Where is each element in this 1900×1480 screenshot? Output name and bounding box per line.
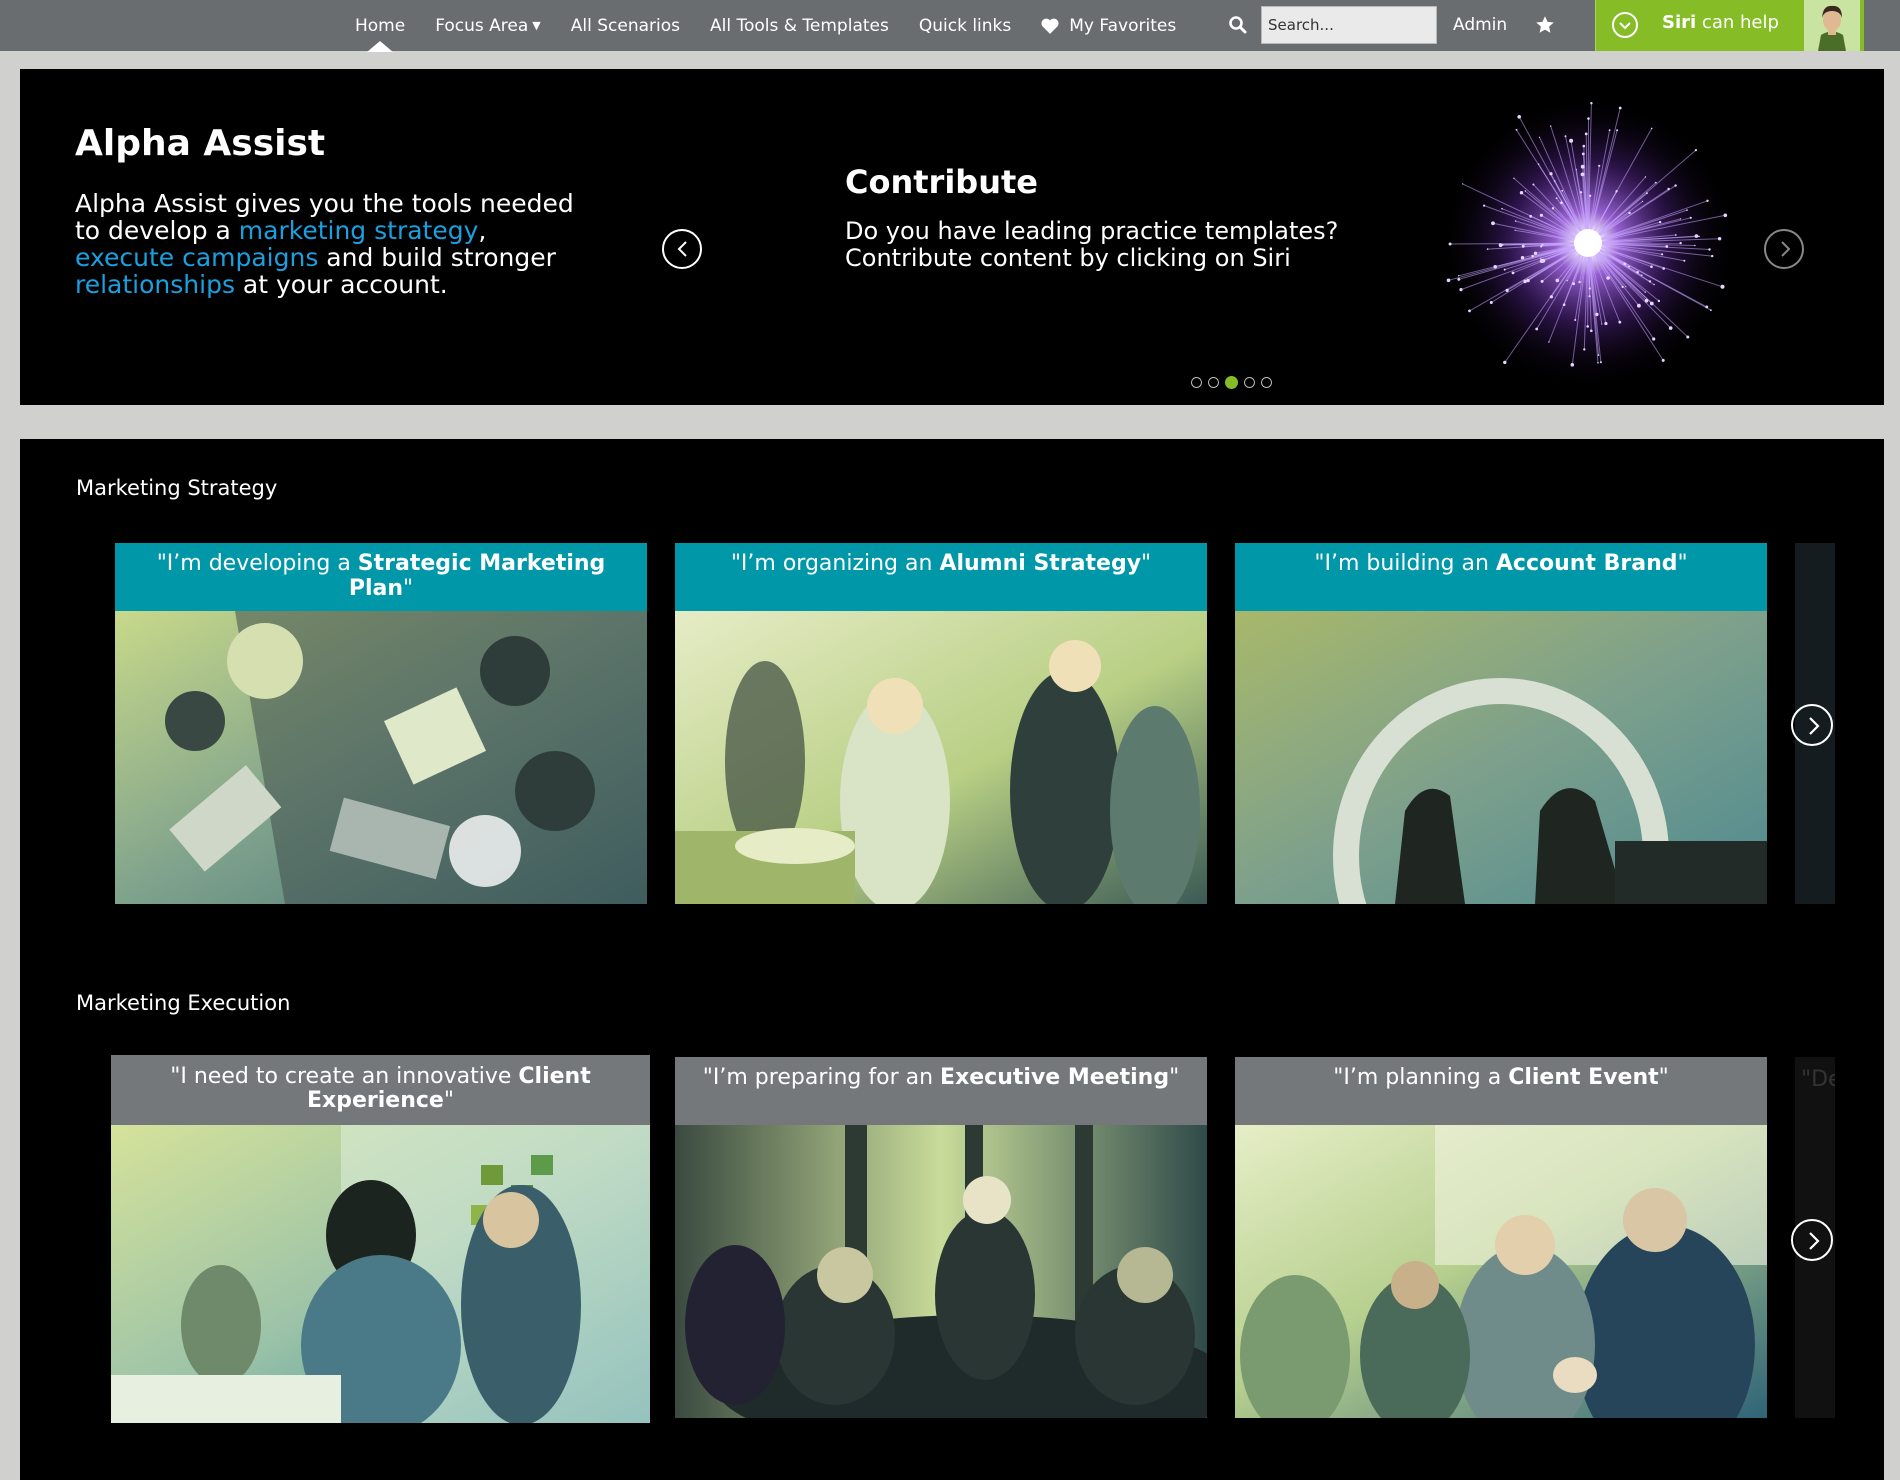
nav-home-label: Home — [355, 15, 406, 36]
card-heading-pre: "I’m organizing an — [730, 551, 940, 576]
team-meeting-table-image — [115, 611, 647, 904]
execute-campaigns-link[interactable]: execute campaigns — [75, 243, 318, 272]
card-client-experience[interactable]: "I need to create an innovative Client E… — [111, 1055, 650, 1423]
siri-name: Siri — [1662, 12, 1697, 33]
boardroom-meeting-image — [675, 1125, 1207, 1418]
carousel-next-button[interactable] — [1764, 229, 1804, 269]
nav-all-scenarios[interactable]: All Scenarios — [571, 16, 680, 36]
card-heading-post: " — [1677, 551, 1688, 576]
card-heading-post: " — [403, 576, 414, 601]
top-nav: Home Focus Area ▼ All Scenarios All Tools… — [0, 0, 1900, 52]
chevron-left-icon — [677, 241, 687, 257]
applauding-audience-image — [1235, 1125, 1767, 1418]
content-panel: Marketing Strategy "I’m developing a Str… — [20, 439, 1884, 1480]
nav-my-favorites-label: My Favorites — [1069, 15, 1177, 36]
nav-all-tools-templates[interactable]: All Tools & Templates — [710, 16, 889, 36]
row-next-button[interactable] — [1791, 1219, 1833, 1261]
hero-body-end: at your account. — [234, 270, 448, 299]
card-heading-pre: "I’m developing a — [156, 551, 358, 576]
hero-title: Alpha Assist — [75, 123, 326, 164]
slide-body: Do you have leading practice templates? … — [845, 217, 1339, 272]
row-next-button[interactable] — [1791, 704, 1833, 746]
card-heading-pre: "I’m planning a — [1333, 1065, 1509, 1090]
hero-banner: Alpha Assist Alpha Assist gives you the … — [20, 69, 1884, 405]
nav-my-favorites[interactable]: My Favorites — [1041, 16, 1176, 36]
admin-link[interactable]: Admin — [1453, 15, 1507, 35]
search-icon[interactable] — [1228, 15, 1248, 35]
card-heading-bold: Alumni Strategy — [939, 551, 1142, 576]
nav-all-scenarios-label: All Scenarios — [570, 15, 680, 36]
fiber-optic-burst-image — [1440, 95, 1736, 391]
card-heading: "I’m planning a Client Event" — [1235, 1057, 1767, 1125]
card-heading-post: " — [1658, 1065, 1669, 1090]
card-heading-pre: "I’m building an — [1314, 551, 1496, 576]
card-heading-post: " — [1169, 1065, 1180, 1090]
card-heading-bold: Executive Meeting — [940, 1065, 1170, 1090]
chevron-down-circle-icon — [1612, 12, 1638, 38]
card-heading: "I’m building an Account Brand" — [1235, 543, 1767, 611]
card-heading-bold: Account Brand — [1495, 551, 1678, 576]
carousel-dot-1[interactable] — [1191, 377, 1202, 388]
nav-focus-area-label: Focus Area — [435, 15, 529, 36]
section-title-marketing-execution: Marketing Execution — [76, 991, 291, 1015]
card-heading-post: " — [1141, 551, 1152, 576]
hero-description: Alpha Assist gives you the tools needed … — [75, 190, 595, 298]
nav-all-tools-label: All Tools & Templates — [710, 15, 889, 36]
carousel-dots — [1191, 376, 1278, 389]
card-heading-pre: "I’m preparing for an — [702, 1065, 941, 1090]
carousel-dot-3[interactable] — [1225, 376, 1238, 389]
nav-focus-area[interactable]: Focus Area ▼ — [435, 16, 541, 36]
siri-help-button[interactable]: Siri can help — [1595, 0, 1864, 51]
caret-down-icon: ▼ — [532, 19, 541, 32]
slide-title: Contribute — [845, 163, 1038, 201]
whiteboard-brainstorm-image — [111, 1125, 650, 1423]
next-card-peek-text: "De — [1801, 1067, 1835, 1092]
chevron-right-icon — [1809, 1232, 1820, 1250]
nav-menu: Home Focus Area ▼ All Scenarios All Tools… — [355, 0, 1206, 52]
search-input[interactable] — [1261, 6, 1437, 44]
siri-suffix: can help — [1701, 12, 1779, 33]
siri-help-text: Siri can help — [1662, 12, 1779, 33]
card-client-event[interactable]: "I’m planning a Client Event" — [1235, 1057, 1767, 1418]
relationships-link[interactable]: relationships — [75, 270, 235, 299]
networking-event-image — [675, 611, 1207, 904]
card-heading-post: " — [443, 1088, 454, 1113]
hero-body-sep: , — [478, 216, 487, 245]
carousel-dot-2[interactable] — [1208, 377, 1219, 388]
card-heading: "I’m organizing an Alumni Strategy" — [675, 543, 1207, 611]
heart-icon — [1041, 18, 1059, 34]
card-heading-pre: "I need to create an innovative — [170, 1064, 519, 1089]
carousel-dot-5[interactable] — [1261, 377, 1272, 388]
nav-quick-links-label: Quick links — [918, 15, 1012, 36]
chevron-right-icon — [1781, 241, 1791, 257]
section-title-marketing-strategy: Marketing Strategy — [76, 476, 278, 500]
nav-home[interactable]: Home — [355, 15, 406, 52]
card-account-brand[interactable]: "I’m building an Account Brand" — [1235, 543, 1767, 904]
marketing-strategy-link[interactable]: marketing strategy — [239, 216, 479, 245]
card-heading: "I’m preparing for an Executive Meeting" — [675, 1057, 1207, 1125]
siri-avatar-icon — [1804, 0, 1860, 51]
card-heading-bold: Client Event — [1508, 1065, 1659, 1090]
card-heading-bold: Strategic Marketing Plan — [348, 551, 606, 601]
hero-body-mid: and build stronger — [318, 243, 556, 272]
shoes-in-circle-image — [1235, 611, 1767, 904]
card-executive-meeting[interactable]: "I’m preparing for an Executive Meeting" — [675, 1057, 1207, 1418]
nav-quick-links[interactable]: Quick links — [919, 16, 1011, 36]
card-alumni-strategy[interactable]: "I’m organizing an Alumni Strategy" — [675, 543, 1207, 904]
chevron-right-icon — [1809, 717, 1820, 735]
card-heading: "I’m developing a Strategic Marketing Pl… — [115, 543, 647, 611]
carousel-dot-4[interactable] — [1244, 377, 1255, 388]
card-heading: "I need to create an innovative Client E… — [111, 1055, 650, 1125]
card-strategic-marketing-plan[interactable]: "I’m developing a Strategic Marketing Pl… — [115, 543, 647, 904]
carousel-prev-button[interactable] — [662, 229, 702, 269]
star-icon[interactable] — [1535, 15, 1555, 35]
